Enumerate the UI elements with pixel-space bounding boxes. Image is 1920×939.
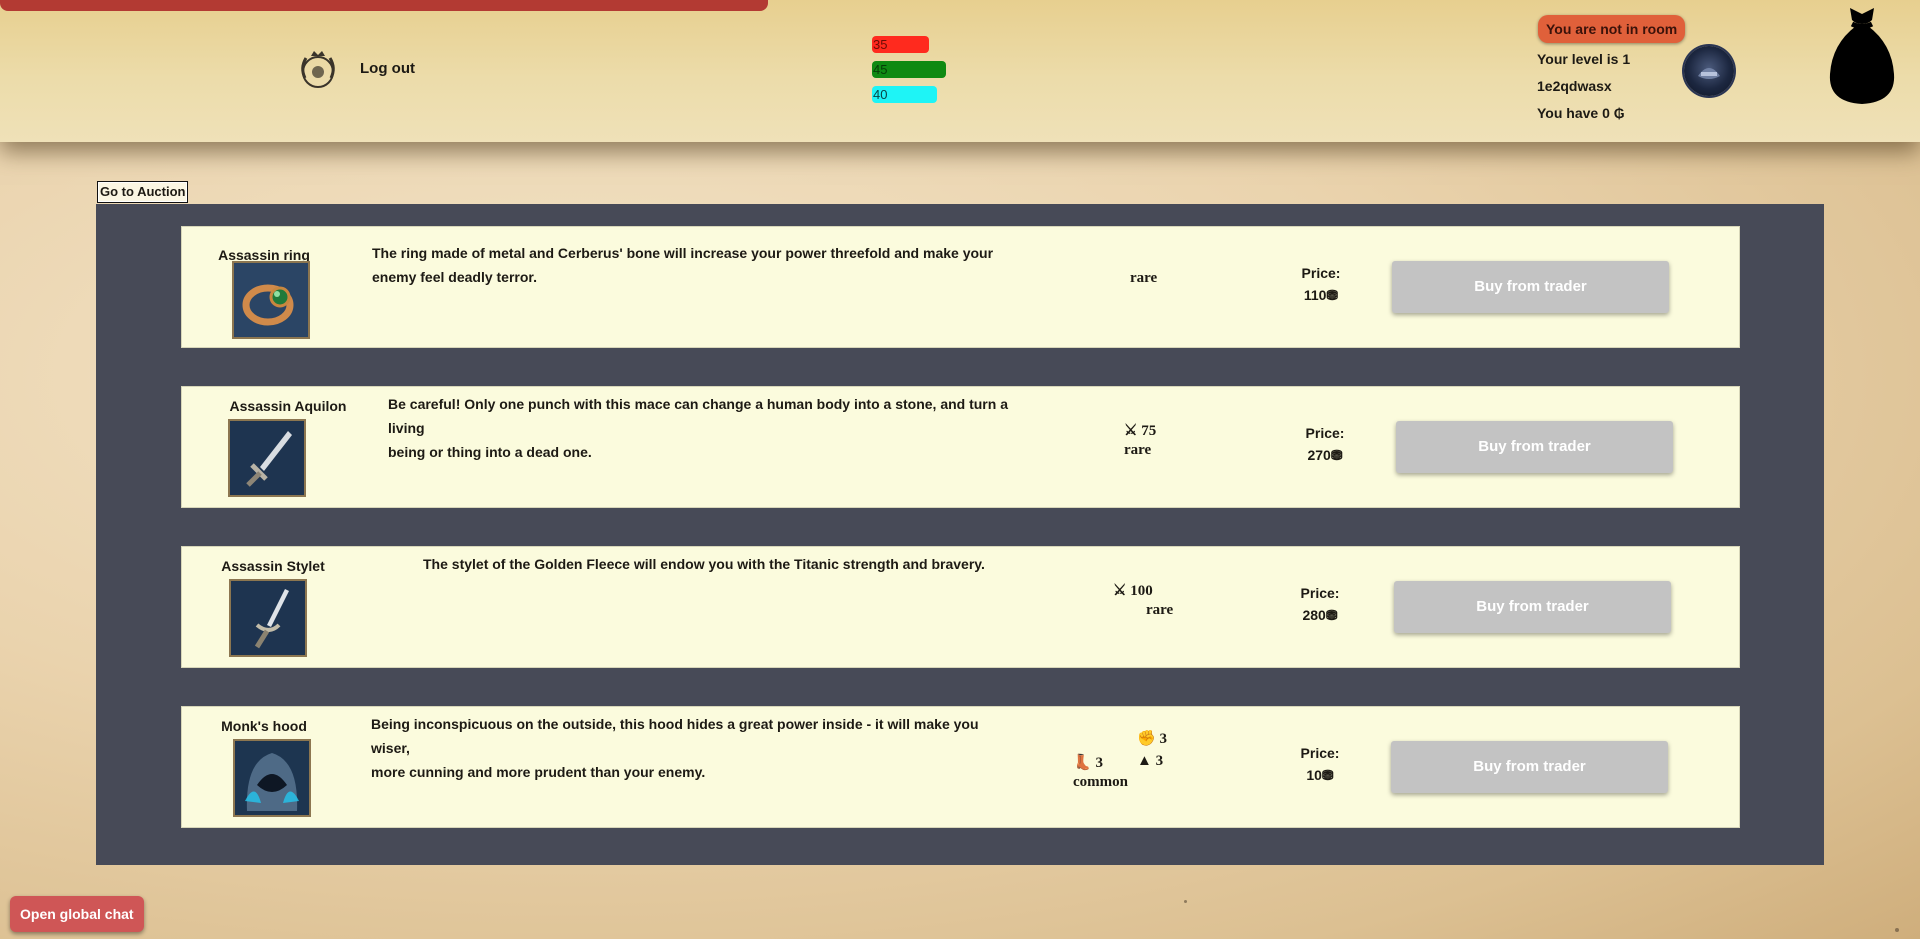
item-card-assassin-stylet: Assassin Stylet The stylet of the Golden… [181,546,1740,668]
paper-speck [1184,900,1187,903]
top-header: Log out 35 45 40 You are not in room You… [0,0,1920,142]
hood-icon [233,739,311,817]
player-username: 1e2qdwasx [1537,78,1612,94]
item-description: The stylet of the Golden Fleece will end… [423,556,985,572]
top-progress-bar [0,0,768,11]
item-intelligence: ▲ 3 [1137,753,1164,769]
item-rarity: rare [1146,602,1174,618]
crossed-swords-icon: ⚔ [1124,423,1138,439]
fist-icon: ✊ [1137,731,1156,747]
item-description: Be careful! Only one punch with this mac… [388,396,1008,460]
item-damage: ⚔ 100 [1113,583,1153,599]
boot-icon: 👢 [1073,755,1092,771]
coins-icon: ⛃ [1330,447,1343,463]
item-name: Assassin Aquilon [229,398,347,414]
open-global-chat-button[interactable]: Open global chat [10,896,144,932]
stamina-bar: 45 [872,61,946,78]
go-to-auction-button[interactable]: Go to Auction [97,181,189,203]
logout-link[interactable]: Log out [360,60,415,77]
coins-icon: ⛃ [1326,287,1339,303]
item-rarity: rare [1130,270,1158,286]
coins-icon: ⛃ [1325,607,1338,623]
laurel-crest-icon[interactable] [296,48,340,92]
health-bar: 35 [872,36,929,53]
item-rarity: rare [1124,442,1152,458]
item-card-monks-hood: Monk's hood Being inconspicuous on the o… [181,706,1740,828]
buy-from-trader-button[interactable]: Buy from trader [1394,581,1671,633]
ring-icon [232,261,310,339]
price-label: Price: [1300,585,1340,601]
item-rarity: common [1073,774,1128,790]
price-label: Price: [1305,425,1345,441]
item-card-assassin-ring: Assassin ring The ring made of metal and… [181,226,1740,348]
room-status-badge: You are not in room [1538,15,1686,43]
item-strength: ✊ 3 [1137,731,1167,747]
item-price: 10⛃ [1306,767,1334,783]
item-damage: ⚔ 75 [1124,423,1157,439]
player-level: Your level is 1 [1537,51,1631,67]
item-price: 280⛃ [1302,607,1338,623]
crossed-swords-icon: ⚔ [1113,583,1127,599]
buy-from-trader-button[interactable]: Buy from trader [1396,421,1673,473]
wizard-hat-icon: ▲ [1137,753,1152,769]
item-card-assassin-aquilon: Assassin Aquilon Be careful! Only one pu… [181,386,1740,508]
item-name: Monk's hood [221,718,307,734]
price-label: Price: [1300,745,1340,761]
item-price: 110⛃ [1303,287,1339,303]
mana-bar: 40 [872,86,937,103]
player-gold: You have 0 ₲ [1537,105,1625,121]
item-name: Assassin Stylet [221,558,325,574]
inventory-bag-icon[interactable] [1822,4,1902,108]
price-label: Price: [1301,265,1341,281]
paper-speck [1895,928,1899,932]
coins-icon: ⛃ [1321,767,1334,783]
item-description: The ring made of metal and Cerberus' bon… [372,245,994,285]
buy-from-trader-button[interactable]: Buy from trader [1392,261,1669,313]
dagger-icon [229,579,307,657]
item-price: 270⛃ [1307,447,1343,463]
buy-from-trader-button[interactable]: Buy from trader [1391,741,1668,793]
avatar[interactable] [1684,46,1734,96]
sword-icon [228,419,306,497]
item-description: Being inconspicuous on the outside, this… [371,716,979,780]
item-agility: 👢 3 [1073,755,1103,771]
